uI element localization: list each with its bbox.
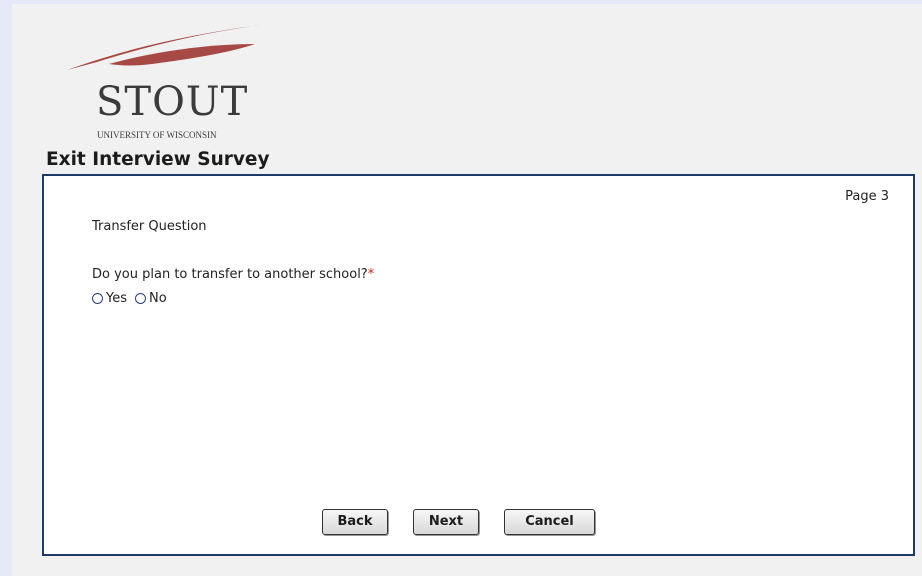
logo-swoosh-icon xyxy=(67,24,267,70)
stout-logo: STOUT UNIVERSITY OF WISCONSIN xyxy=(57,18,272,140)
section-title: Transfer Question xyxy=(92,219,207,234)
page-title: Exit Interview Survey xyxy=(46,149,270,170)
required-marker: * xyxy=(367,267,375,282)
logo-subtitle: UNIVERSITY OF WISCONSIN xyxy=(97,130,217,140)
radio-no[interactable] xyxy=(135,293,146,304)
option-yes-label[interactable]: Yes xyxy=(106,291,127,306)
question-text: Do you plan to transfer to another schoo… xyxy=(92,267,374,282)
navigation-buttons: Back Next Cancel xyxy=(322,509,595,535)
question-label: Do you plan to transfer to another schoo… xyxy=(92,267,368,282)
logo-wordmark: STOUT xyxy=(96,79,249,125)
next-button[interactable]: Next xyxy=(413,509,479,535)
radio-yes[interactable] xyxy=(92,293,103,304)
transfer-radio-group: Yes No xyxy=(92,291,175,306)
back-button[interactable]: Back xyxy=(322,509,388,535)
option-no[interactable]: No xyxy=(135,291,167,306)
cancel-button[interactable]: Cancel xyxy=(504,509,595,535)
page-background: STOUT UNIVERSITY OF WISCONSIN Exit Inter… xyxy=(12,4,922,576)
option-yes[interactable]: Yes xyxy=(92,291,127,306)
survey-panel: Page 3 Transfer Question Do you plan to … xyxy=(42,174,915,556)
page-indicator: Page 3 xyxy=(845,189,889,204)
option-no-label[interactable]: No xyxy=(149,291,167,306)
